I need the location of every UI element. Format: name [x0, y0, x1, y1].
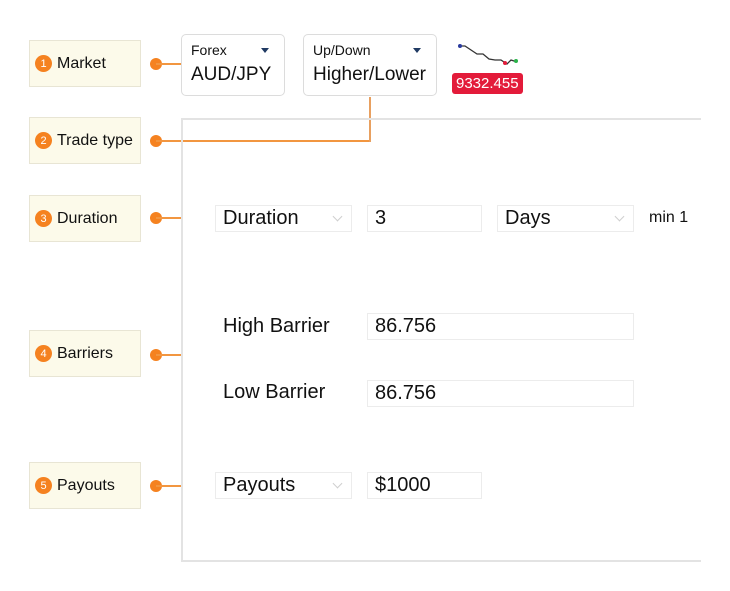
annotation-duration: 3 Duration	[29, 195, 141, 242]
low-barrier-value: 86.756	[375, 382, 437, 404]
trade-type-category: Up/Down	[313, 42, 371, 58]
trade-type-selector[interactable]: Up/Down Higher/Lower	[303, 34, 437, 96]
low-barrier-label: Low Barrier	[223, 381, 326, 403]
price-badge: 9332.455	[452, 73, 523, 94]
annotation-market: 1 Market	[29, 40, 141, 87]
annotation-trade-type: 2 Trade type	[29, 117, 141, 164]
duration-unit-value: Days	[505, 207, 551, 229]
trade-type-value: Higher/Lower	[313, 64, 426, 85]
chevron-down-icon	[332, 211, 343, 222]
annotation-label: Barriers	[57, 344, 114, 362]
high-barrier-value: 86.756	[375, 315, 437, 337]
connector-line	[156, 354, 182, 356]
sparkline-end-dot	[514, 59, 518, 63]
badge-2: 2	[35, 132, 52, 149]
chevron-down-icon	[332, 478, 343, 489]
annotation-label: Market	[57, 54, 106, 72]
dropdown-arrow-icon	[261, 47, 269, 53]
low-barrier-input[interactable]: 86.756	[367, 380, 634, 407]
badge-5: 5	[35, 477, 52, 494]
market-category: Forex	[191, 42, 227, 58]
duration-type-select[interactable]: Duration	[215, 205, 352, 232]
payout-amount-input[interactable]: $1000	[367, 472, 482, 499]
badge-4: 4	[35, 345, 52, 362]
market-selector[interactable]: Forex AUD/JPY	[181, 34, 285, 96]
duration-min-hint: min 1	[649, 209, 689, 226]
sparkline-start-dot	[458, 44, 462, 48]
duration-unit-select[interactable]: Days	[497, 205, 634, 232]
payout-type-value: Payouts	[223, 474, 296, 496]
payout-amount-value: $1000	[375, 474, 431, 496]
annotation-label: Duration	[57, 209, 118, 227]
sparkline-low-dot	[503, 61, 507, 65]
high-barrier-input[interactable]: 86.756	[367, 313, 634, 340]
market-value: AUD/JPY	[191, 64, 272, 85]
dropdown-arrow-icon	[413, 47, 421, 53]
badge-1: 1	[35, 55, 52, 72]
chevron-down-icon	[614, 211, 625, 222]
annotation-payouts: 5 Payouts	[29, 462, 141, 509]
duration-amount-value: 3	[375, 207, 387, 229]
duration-type-value: Duration	[223, 207, 299, 229]
high-barrier-label: High Barrier	[223, 315, 330, 337]
annotation-label: Trade type	[57, 131, 133, 149]
connector-line	[156, 217, 182, 219]
sparkline-chart	[458, 44, 518, 65]
badge-3: 3	[35, 210, 52, 227]
connector-line	[156, 485, 182, 487]
payout-type-select[interactable]: Payouts	[215, 472, 352, 499]
connector-line	[156, 63, 182, 65]
annotation-barriers: 4 Barriers	[29, 330, 141, 377]
duration-amount-input[interactable]: 3	[367, 205, 482, 232]
annotation-label: Payouts	[57, 476, 115, 494]
